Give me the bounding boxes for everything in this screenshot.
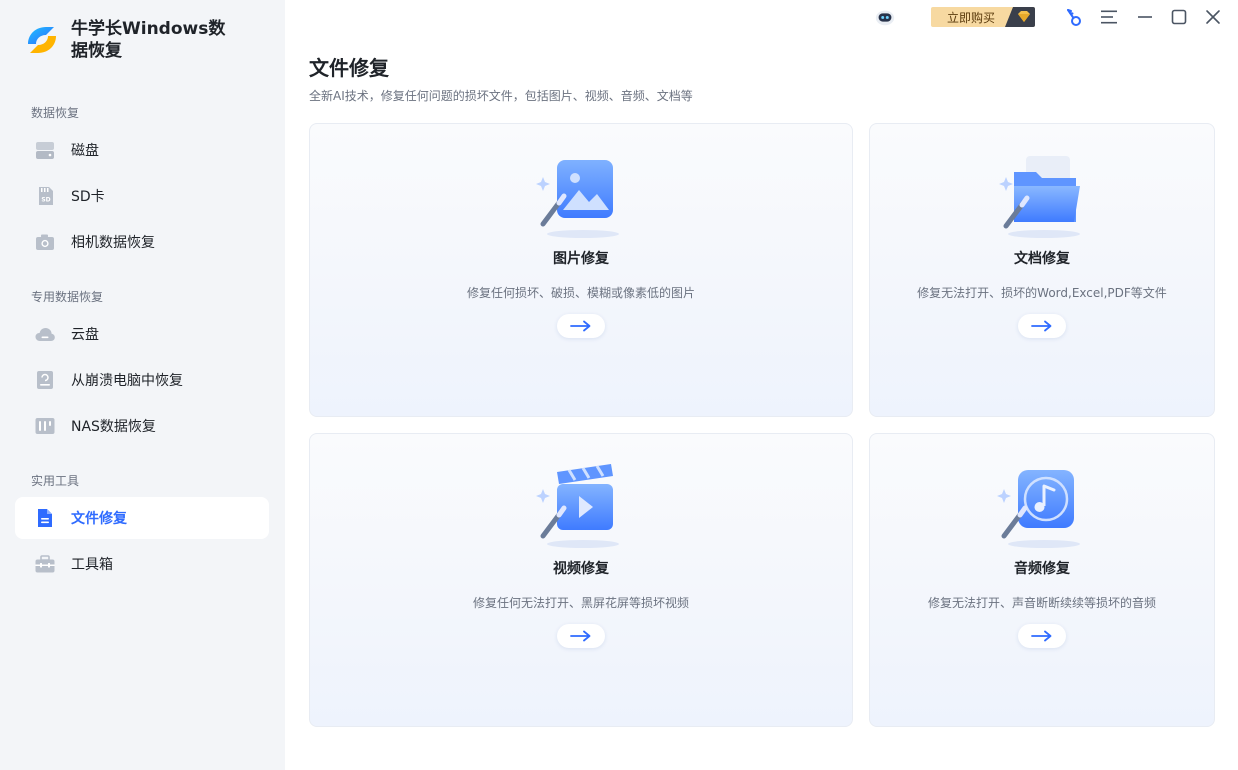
arrow-right-icon — [570, 630, 591, 642]
buy-now-button[interactable]: 立即购买 — [931, 7, 1035, 27]
sidebar-item-label: 相机数据恢复 — [71, 235, 155, 251]
sidebar-item-toolbox[interactable]: 工具箱 — [15, 543, 269, 585]
sidebar-item-label: 工具箱 — [71, 557, 113, 573]
card-title: 音频修复 — [1014, 561, 1070, 577]
card-image-repair[interactable]: 图片修复 修复任何损坏、破损、模糊或像素低的图片 — [309, 123, 853, 417]
card-title: 文档修复 — [1014, 251, 1070, 267]
svg-text:SD: SD — [41, 197, 50, 204]
sidebar-item-camera[interactable]: 相机数据恢复 — [15, 221, 269, 263]
assistant-robot-button[interactable] — [874, 6, 896, 28]
sidebar-item-file-repair[interactable]: 文件修复 — [15, 497, 269, 539]
app-window: 牛学长Windows数据恢复 数据恢复 磁盘 SD SD卡 相机数据恢复 专用数… — [0, 0, 1238, 770]
key-register-button[interactable] — [1063, 6, 1085, 28]
image-repair-icon — [536, 160, 619, 238]
section-label-special-recovery: 专用数据恢复 — [31, 290, 104, 304]
section-label-utilities: 实用工具 — [31, 474, 80, 488]
document-repair-icon — [999, 156, 1080, 238]
page-subtitle: 全新AI技术，修复任何问题的损坏文件，包括图片、视频、音频、文档等 — [309, 89, 693, 103]
maximize-icon — [1171, 9, 1187, 25]
arrow-right-icon — [570, 320, 591, 332]
crashed-pc-icon — [37, 371, 53, 389]
buy-now-label: 立即购买 — [947, 11, 996, 25]
sidebar-item-label: 磁盘 — [71, 143, 99, 159]
sd-card-icon: SD — [39, 187, 53, 205]
card-description: 修复任何无法打开、黑屏花屏等损坏视频 — [472, 596, 689, 610]
menu-button[interactable] — [1098, 6, 1120, 28]
close-button[interactable] — [1202, 6, 1224, 28]
sidebar-item-label: SD卡 — [71, 189, 105, 205]
maximize-button[interactable] — [1168, 6, 1190, 28]
app-title: 牛学长Windows数据恢复 — [71, 19, 226, 61]
video-repair-icon — [536, 464, 619, 548]
document-repair-go-button[interactable] — [1018, 314, 1066, 338]
brand: 牛学长Windows数据恢复 — [24, 18, 241, 62]
minimize-button[interactable] — [1134, 6, 1156, 28]
card-title: 图片修复 — [553, 251, 609, 267]
sidebar-item-cloud[interactable]: 云盘 — [15, 313, 269, 355]
card-video-repair[interactable]: 视频修复 修复任何无法打开、黑屏花屏等损坏视频 — [309, 433, 853, 727]
file-repair-icon — [38, 509, 52, 527]
premium-diamond-icon — [1005, 7, 1035, 27]
minimize-icon — [1138, 16, 1152, 18]
image-repair-go-button[interactable] — [557, 314, 605, 338]
sidebar-item-disk[interactable]: 磁盘 — [15, 129, 269, 171]
disk-icon — [36, 142, 54, 159]
menu-icon — [1101, 10, 1117, 24]
sidebar-item-label: 文件修复 — [71, 511, 127, 527]
card-description: 修复无法打开、损坏的Word,Excel,PDF等文件 — [917, 286, 1167, 300]
arrow-right-icon — [1031, 320, 1052, 332]
card-description: 修复无法打开、声音断断续续等损坏的音频 — [927, 596, 1156, 610]
card-document-repair[interactable]: 文档修复 修复无法打开、损坏的Word,Excel,PDF等文件 — [869, 123, 1215, 417]
card-description: 修复任何损坏、破损、模糊或像素低的图片 — [466, 286, 695, 300]
toolbox-icon — [35, 555, 55, 573]
audio-repair-go-button[interactable] — [1018, 624, 1066, 648]
close-icon — [1206, 10, 1220, 24]
title-bar: 立即购买 — [875, 0, 1238, 34]
page-title: 文件修复 — [309, 56, 389, 80]
arrow-right-icon — [1031, 630, 1052, 642]
video-repair-go-button[interactable] — [557, 624, 605, 648]
app-logo-icon — [28, 27, 56, 53]
sidebar-item-crashed-pc[interactable]: 从崩溃电脑中恢复 — [15, 359, 269, 401]
key-icon — [1067, 9, 1081, 26]
nas-icon — [35, 418, 55, 434]
robot-icon — [875, 10, 895, 26]
sidebar-item-sd-card[interactable]: SD SD卡 — [15, 175, 269, 217]
audio-repair-icon — [997, 470, 1080, 548]
sidebar-item-label: 从崩溃电脑中恢复 — [71, 373, 183, 389]
cloud-icon — [35, 328, 55, 341]
camera-icon — [36, 234, 54, 250]
sidebar-item-label: NAS数据恢复 — [71, 419, 156, 435]
card-audio-repair[interactable]: 音频修复 修复无法打开、声音断断续续等损坏的音频 — [869, 433, 1215, 727]
card-title: 视频修复 — [553, 561, 609, 577]
sidebar: 牛学长Windows数据恢复 数据恢复 磁盘 SD SD卡 相机数据恢复 专用数… — [0, 0, 285, 770]
sidebar-item-nas[interactable]: NAS数据恢复 — [15, 405, 269, 447]
section-label-data-recovery: 数据恢复 — [31, 106, 80, 120]
sidebar-item-label: 云盘 — [71, 327, 99, 343]
